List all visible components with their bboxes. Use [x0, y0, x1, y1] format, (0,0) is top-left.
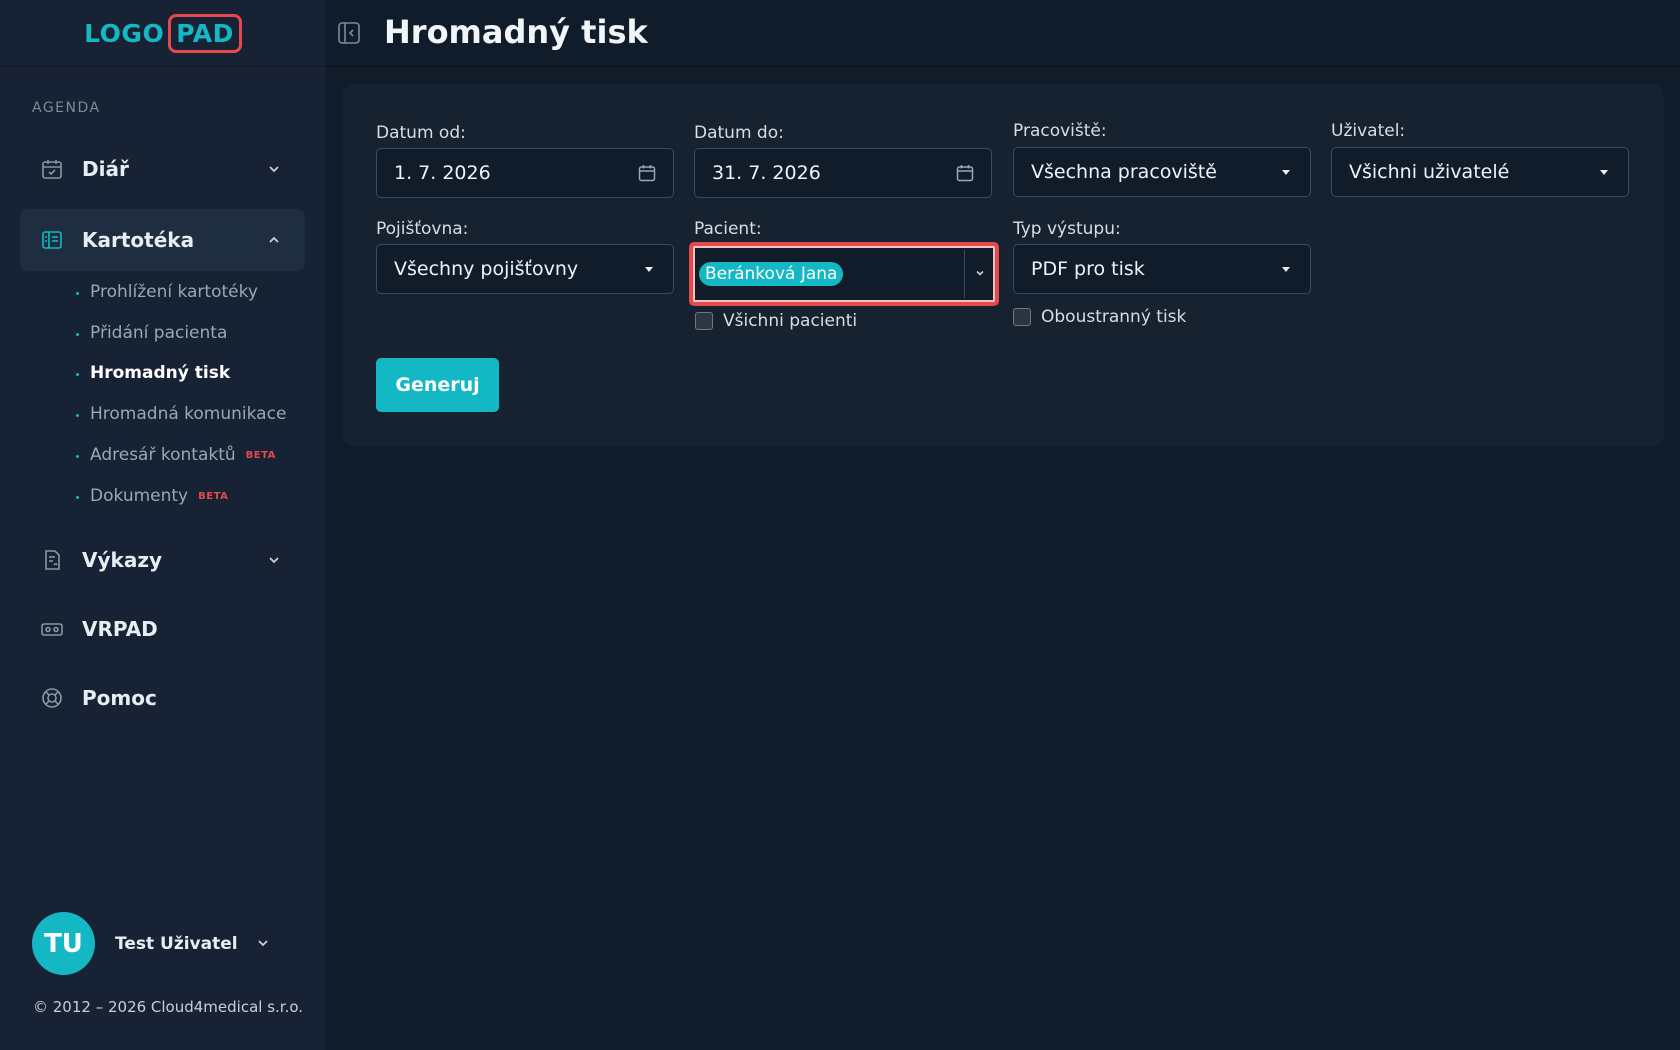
- sidebar: LOGO PAD AGENDA Diář Kartotéka Prohlížen…: [0, 0, 326, 1050]
- logo-pad: PAD: [168, 13, 242, 53]
- caret-down-icon: [645, 267, 653, 272]
- all-patients-checkbox[interactable]: Všichni pacienti: [695, 311, 857, 331]
- sidebar-item-pomoc[interactable]: Pomoc: [20, 667, 305, 729]
- sub-item-adresar-kontaktu[interactable]: Adresář kontaktů BETA: [76, 445, 276, 465]
- patient-select[interactable]: Beránková Jana: [689, 242, 999, 306]
- sidebar-item-label: Diář: [82, 157, 129, 181]
- date-to-input[interactable]: 31. 7. 2026: [694, 148, 992, 198]
- sidebar-item-vrpad[interactable]: VRPAD: [20, 598, 305, 660]
- beta-badge: BETA: [245, 449, 276, 461]
- insurance-select[interactable]: Všechny pojišťovny: [376, 244, 674, 294]
- calendar-icon[interactable]: [637, 163, 657, 183]
- logo[interactable]: LOGO PAD: [84, 13, 242, 53]
- output-type-value: PDF pro tisk: [1031, 258, 1145, 280]
- generate-button[interactable]: Generuj: [376, 358, 499, 412]
- section-label-agenda: AGENDA: [32, 100, 101, 116]
- page-title: Hromadný tisk: [384, 13, 648, 51]
- chevron-down-icon[interactable]: [973, 263, 987, 277]
- card-index-icon: [40, 228, 64, 252]
- patient-chip[interactable]: Beránková Jana: [699, 262, 844, 286]
- vr-headset-icon: [40, 617, 64, 641]
- workplace-value: Všechna pracoviště: [1031, 161, 1217, 183]
- copyright: © 2012 – 2026 Cloud4medical s.r.o.: [33, 998, 304, 1016]
- sub-item-label: Prohlížení kartotéky: [90, 282, 258, 302]
- sub-item-label: Adresář kontaktů: [90, 445, 236, 465]
- chevron-down-icon: [265, 551, 283, 569]
- sidebar-item-label: Kartotéka: [82, 228, 195, 252]
- chevron-up-icon: [265, 231, 283, 249]
- sidebar-item-label: VRPAD: [82, 617, 158, 641]
- date-to-label: Datum do:: [694, 123, 784, 143]
- sub-item-hromadny-tisk[interactable]: Hromadný tisk: [75, 363, 231, 383]
- date-from-label: Datum od:: [376, 123, 466, 143]
- insurance-value: Všechny pojišťovny: [394, 258, 579, 280]
- caret-down-icon: [1282, 170, 1290, 175]
- select-divider: [964, 250, 965, 298]
- chevron-down-icon: [254, 934, 272, 952]
- checkbox-box[interactable]: [1013, 308, 1031, 326]
- chevron-down-icon: [265, 160, 283, 178]
- sub-item-label: Dokumenty: [90, 486, 189, 506]
- workplace-select[interactable]: Všechna pracoviště: [1013, 147, 1311, 197]
- beta-badge: BETA: [198, 490, 229, 502]
- lifebuoy-icon: [40, 686, 64, 710]
- date-from-value: 1. 7. 2026: [394, 162, 491, 184]
- sidebar-item-vykazy[interactable]: Výkazy: [20, 529, 305, 591]
- sub-item-label: Hromadná komunikace: [90, 404, 287, 424]
- sub-item-prohlizeni-kartoteky[interactable]: Prohlížení kartotéky: [76, 282, 258, 302]
- calendar-icon[interactable]: [955, 163, 975, 183]
- calendar-check-icon: [40, 157, 64, 181]
- sidebar-item-label: Výkazy: [82, 548, 162, 572]
- logo-text: LOGO: [84, 18, 165, 48]
- sub-item-hromadna-komunikace[interactable]: Hromadná komunikace: [75, 404, 287, 424]
- output-type-select[interactable]: PDF pro tisk: [1013, 244, 1311, 294]
- user-name: Test Uživatel: [115, 933, 238, 954]
- sub-item-dokumenty[interactable]: Dokumenty BETA: [75, 486, 229, 506]
- sub-item-label: Hromadný tisk: [90, 363, 231, 383]
- sub-item-pridani-pacienta[interactable]: Přidání pacienta: [75, 323, 228, 343]
- checkbox-box[interactable]: [695, 312, 713, 330]
- sub-item-label: Přidání pacienta: [90, 323, 228, 343]
- duplex-checkbox[interactable]: Oboustranný tisk: [1013, 307, 1186, 327]
- sidebar-item-label: Pomoc: [82, 686, 157, 710]
- date-from-input[interactable]: 1. 7. 2026: [376, 148, 674, 198]
- caret-down-icon: [1282, 267, 1290, 272]
- user-select[interactable]: Všichni uživatelé: [1331, 147, 1629, 197]
- insurance-label: Pojišťovna:: [376, 219, 469, 239]
- user-filter-value: Všichni uživatelé: [1349, 161, 1510, 183]
- user-filter-label: Uživatel:: [1331, 121, 1406, 141]
- duplex-label: Oboustranný tisk: [1041, 307, 1187, 327]
- sidebar-collapse-icon[interactable]: [336, 20, 362, 46]
- patient-label: Pacient:: [694, 219, 762, 239]
- all-patients-label: Všichni pacienti: [723, 311, 858, 331]
- logo-area: LOGO PAD: [0, 0, 326, 67]
- workplace-label: Pracoviště:: [1013, 121, 1107, 141]
- page-header: Hromadný tisk: [326, 0, 1680, 67]
- avatar: TU: [32, 912, 95, 975]
- caret-down-icon: [1600, 170, 1608, 175]
- report-icon: [40, 548, 64, 572]
- date-to-value: 31. 7. 2026: [712, 162, 821, 184]
- sidebar-item-diar[interactable]: Diář: [20, 138, 305, 200]
- output-type-label: Typ výstupu:: [1013, 219, 1121, 239]
- sidebar-item-kartoteka[interactable]: Kartotéka: [20, 209, 305, 271]
- user-menu[interactable]: TU Test Uživatel: [32, 912, 292, 975]
